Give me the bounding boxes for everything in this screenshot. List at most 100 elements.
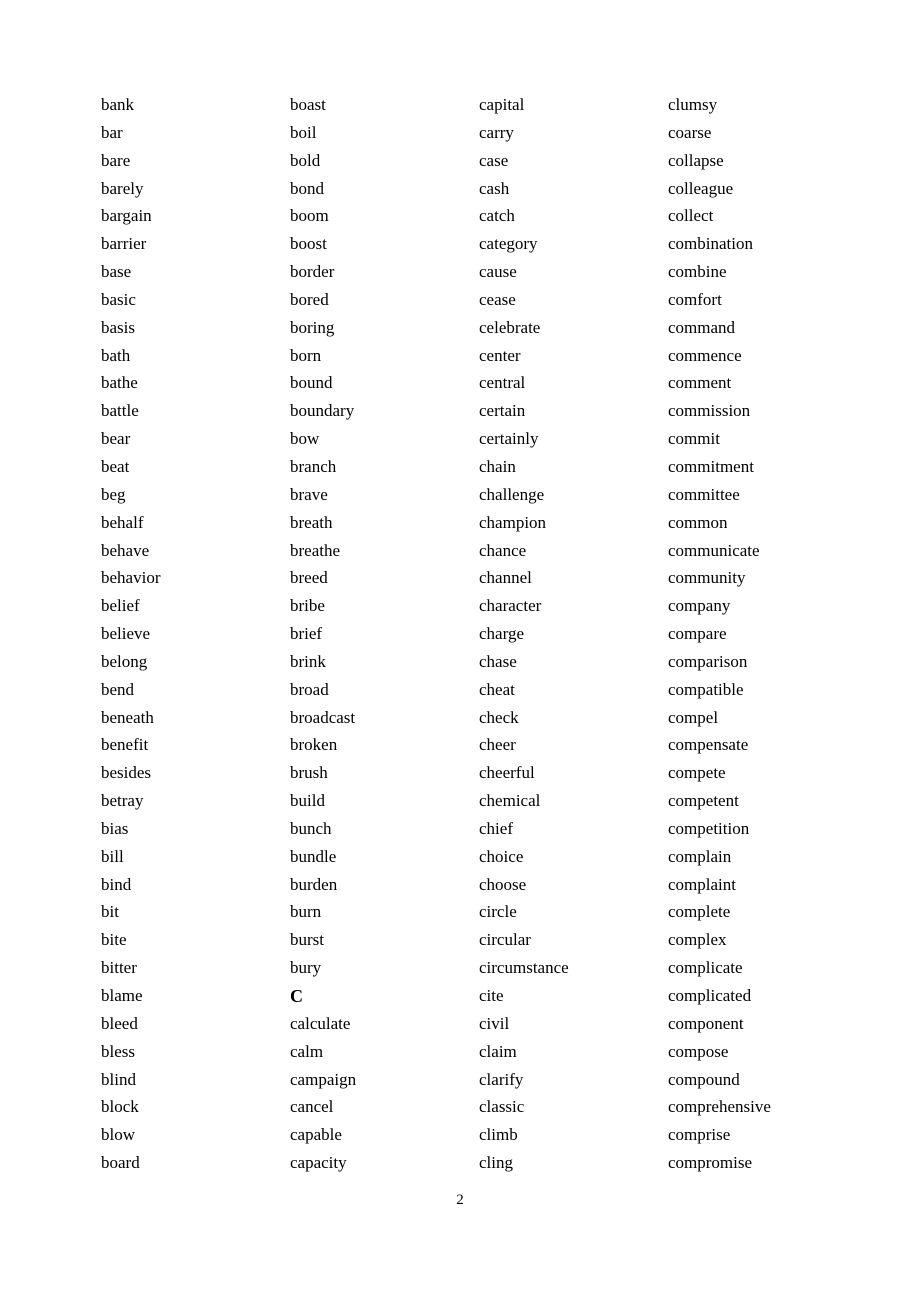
word-item: case [479,150,509,170]
word-item: bundle [290,846,337,866]
word-item: boil [290,122,317,142]
word-item: beat [101,456,130,476]
word-item: campaign [290,1069,357,1089]
word-item: chemical [479,791,541,811]
word-item: bathe [101,373,138,393]
word-item: behavior [101,568,161,588]
word-item: comparison [668,651,748,671]
word-item: colleague [668,178,734,198]
word-item: breathe [290,540,341,560]
section-heading: C [290,986,303,1006]
word-column-2: boast boil bold bond boom boost border bored bor… [290,93,475,1179]
word-item: chain [479,456,516,476]
word-item: carry [479,122,514,142]
word-item: bury [290,958,322,978]
word-item: basis [101,317,135,337]
word-item: competition [668,818,750,838]
word-item: committee [668,484,740,504]
word-item: commitment [668,456,754,476]
word-item: bold [290,150,321,170]
word-item: bar [101,122,123,142]
word-item: burden [290,874,338,894]
word-item: compatible [668,679,744,699]
word-item: cling [479,1153,513,1173]
word-column-4: clumsy coarse collapse colleague collect comb… [668,93,853,1179]
word-item: blow [101,1125,135,1145]
word-item: block [101,1097,139,1117]
word-item: bias [101,818,129,838]
word-column-3: capital carry case cash catch category cause ce… [479,93,664,1179]
word-item: benefit [101,735,149,755]
word-item: bargain [101,206,152,226]
word-item: competent [668,791,739,811]
word-item: breed [290,568,328,588]
word-item: bite [101,930,127,950]
word-item: comprise [668,1125,731,1145]
word-item: check [479,707,519,727]
word-item: behave [101,540,150,560]
word-item: circular [479,930,531,950]
word-item: bound [290,373,333,393]
word-item: beneath [101,707,154,727]
word-item: bare [101,150,131,170]
word-item: cancel [290,1097,334,1117]
word-item: commence [668,345,742,365]
word-item: bond [290,178,324,198]
word-item: belong [101,651,148,671]
word-item: bend [101,679,135,699]
word-item: combine [668,262,727,282]
word-item: catch [479,206,515,226]
word-item: champion [479,512,547,532]
word-item: civil [479,1013,510,1033]
word-item: bill [101,846,124,866]
word-item: command [668,317,736,337]
word-item: bath [101,345,131,365]
word-item: bow [290,429,320,449]
word-item: broken [290,735,338,755]
word-item: complain [668,846,732,866]
word-item: cash [479,178,510,198]
word-item: complex [668,930,727,950]
word-item: boring [290,317,335,337]
word-item: belief [101,596,140,616]
word-item: certain [479,401,526,421]
word-item: channel [479,568,532,588]
word-item: central [479,373,526,393]
word-item: chase [479,651,517,671]
word-item: calculate [290,1013,351,1033]
word-item: cite [479,986,504,1005]
word-item: combination [668,234,753,254]
word-item: board [101,1153,140,1173]
word-item: celebrate [479,317,541,337]
word-item: believe [101,624,151,644]
word-item: charge [479,624,524,644]
word-item: climb [479,1125,518,1145]
word-item: center [479,345,521,365]
word-item: brave [290,484,328,504]
word-item: compete [668,763,726,783]
word-item: circle [479,902,517,922]
word-item: communicate [668,540,760,560]
word-item: bleed [101,1013,138,1033]
word-item: behalf [101,512,144,532]
word-item: community [668,568,746,588]
word-item: bit [101,902,119,922]
word-item: certainly [479,429,539,449]
word-item: cause [479,262,517,282]
word-item: betray [101,791,144,811]
word-item: coarse [668,122,712,142]
word-item: comprehensive [668,1097,771,1117]
word-item: branch [290,456,337,476]
word-item: boom [290,206,329,226]
word-item: choose [479,874,527,894]
word-item: basic [101,289,136,309]
word-item: brief [290,624,323,644]
word-item: border [290,262,335,282]
word-item: common [668,512,728,532]
word-item: chief [479,818,513,838]
word-item: burn [290,902,322,922]
word-item: compromise [668,1153,753,1173]
word-item: comfort [668,289,722,309]
word-item: blind [101,1069,136,1089]
word-item: collect [668,206,714,226]
